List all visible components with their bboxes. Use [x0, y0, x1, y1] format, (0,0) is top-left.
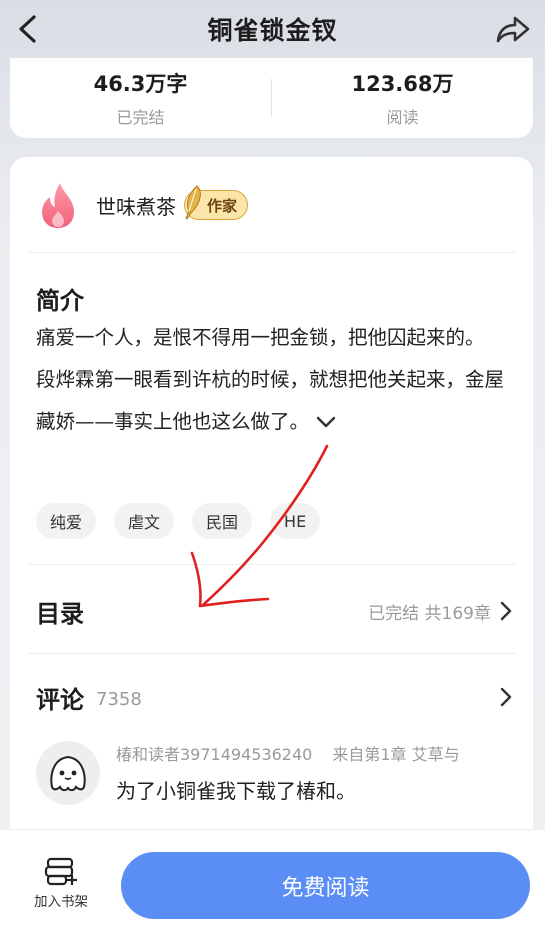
- divider: [28, 653, 516, 654]
- toc-title: 目录: [36, 599, 84, 628]
- comment-username[interactable]: 椿和读者3971494536240: [116, 745, 312, 764]
- book-stats-card: 46.3万字 已完结 123.68万 阅读: [10, 58, 533, 138]
- comment-meta: 椿和读者3971494536240 来自第1章 艾草与: [116, 741, 460, 765]
- comment-count: 7358: [96, 688, 142, 710]
- author-row[interactable]: 世味煮茶 作家: [10, 177, 533, 233]
- bookshelf-add-icon: [44, 857, 77, 886]
- tag-chip[interactable]: 虐文: [114, 503, 175, 539]
- toc-meta: 已完结 共169章: [368, 603, 491, 624]
- read-count-label: 阅读: [386, 108, 419, 127]
- book-detail-card: 世味煮茶 作家 简介 痛爱一个人，是恨不得用一把金锁，把他囚起来的。 段烨霖第一…: [10, 157, 533, 877]
- completion-status: 已完结: [116, 108, 165, 127]
- intro-text[interactable]: 痛爱一个人，是恨不得用一把金锁，把他囚起来的。 段烨霖第一眼看到许杭的时候，就想…: [36, 317, 511, 444]
- divider: [28, 564, 516, 565]
- add-to-shelf-button[interactable]: 加入书架: [22, 856, 100, 920]
- chevron-down-icon: [316, 416, 336, 427]
- divider: [28, 252, 516, 253]
- free-read-button[interactable]: 免费阅读: [121, 852, 530, 919]
- word-count-stat: 46.3万字 已完结: [10, 68, 271, 128]
- add-to-shelf-label: 加入书架: [34, 894, 88, 910]
- intro-paragraph-2: 段烨霖第一眼看到许杭的时候，就想把他关起来，金屋藏娇——事实上他也这么做了。: [36, 359, 511, 444]
- comments-header-row[interactable]: 评论 7358: [10, 657, 533, 737]
- share-button[interactable]: [495, 12, 531, 46]
- intro-paragraph-1: 痛爱一个人，是恨不得用一把金锁，把他囚起来的。: [36, 326, 485, 349]
- top-nav-bar: 铜雀锁金钗: [0, 0, 545, 58]
- chevron-right-icon: [500, 601, 512, 621]
- comment-text: 为了小铜雀我下载了椿和。: [116, 779, 356, 803]
- bottom-action-bar: 加入书架 免费阅读: [0, 830, 545, 937]
- flame-icon: [42, 183, 74, 228]
- quill-icon: [185, 185, 201, 220]
- comment-source: 来自第1章 艾草与: [332, 745, 460, 764]
- tag-chip[interactable]: 民国: [192, 503, 253, 539]
- tag-chip[interactable]: 纯爱: [36, 503, 97, 539]
- author-avatar[interactable]: [38, 181, 78, 229]
- comment-body: 椿和读者3971494536240 来自第1章 艾草与 为了小铜雀我下载了椿和。: [116, 741, 460, 805]
- intro-paragraph-2-text: 段烨霖第一眼看到许杭的时候，就想把他关起来，金屋藏娇——事实上他也这么做了。: [36, 368, 505, 433]
- toc-chevron: [495, 600, 517, 622]
- author-name[interactable]: 世味煮茶: [96, 191, 176, 220]
- read-count: 123.68万: [351, 72, 454, 96]
- author-badge: 作家: [184, 185, 249, 220]
- avatar[interactable]: [36, 741, 100, 805]
- expand-button[interactable]: [315, 402, 337, 444]
- comment-item[interactable]: 椿和读者3971494536240 来自第1章 艾草与 为了小铜雀我下载了椿和。: [36, 741, 516, 805]
- share-icon: [496, 16, 530, 43]
- ghost-avatar-icon: [50, 755, 86, 792]
- back-button[interactable]: [10, 12, 44, 46]
- comments-title: 评论: [36, 685, 84, 714]
- back-arrow-icon: [19, 15, 36, 43]
- author-badge-label: 作家: [207, 196, 238, 215]
- tag-chip[interactable]: HE: [270, 503, 321, 539]
- page-title: 铜雀锁金钗: [207, 16, 338, 45]
- comments-chevron: [495, 686, 517, 708]
- word-count: 46.3万字: [93, 72, 188, 96]
- intro-title: 简介: [36, 287, 84, 315]
- tag-list: 纯爱 虐文 民国 HE: [36, 503, 321, 539]
- chevron-right-icon: [500, 687, 512, 707]
- table-of-contents-row[interactable]: 目录 已完结 共169章: [10, 567, 533, 655]
- read-count-stat: 123.68万 阅读: [272, 68, 533, 128]
